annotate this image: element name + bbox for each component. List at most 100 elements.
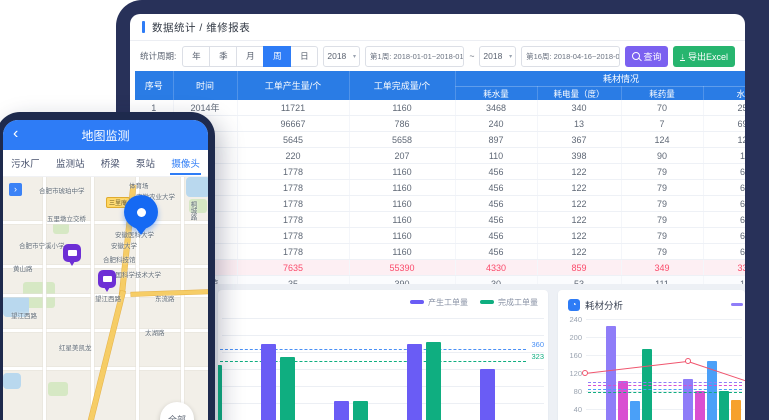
- breadcrumb: 数据统计 / 维修报表: [152, 20, 250, 35]
- table-cell: 1160: [349, 196, 455, 212]
- table-cell: 456: [455, 244, 537, 260]
- table-cell: 122: [537, 164, 621, 180]
- table-cell: 79: [621, 196, 703, 212]
- query-button-label: 查询: [643, 50, 661, 63]
- map-expand-button[interactable]: ›: [9, 183, 22, 196]
- consumable-bar: [731, 400, 741, 420]
- table-cell: 122: [537, 212, 621, 228]
- table-cell: 55390: [349, 260, 455, 276]
- table-row: 6177811604561227967: [135, 180, 745, 196]
- table-cell: 79: [621, 164, 703, 180]
- end-week-input[interactable]: 第16周: 2018-04-16~2018-04-22: [521, 46, 620, 67]
- table-cell: 1778: [237, 244, 349, 260]
- table-cell: 456: [455, 180, 537, 196]
- table-cell: 110: [455, 148, 537, 164]
- phone-tab[interactable]: 监测站: [55, 151, 86, 175]
- period-option[interactable]: 月: [236, 46, 264, 67]
- map-road: [91, 177, 94, 420]
- phone-tab[interactable]: 污水厂: [10, 151, 41, 175]
- map-label: 中国科学技术大学: [109, 269, 161, 279]
- map-label: 体育场: [129, 180, 149, 190]
- table-total-row: 合计7635553904330859349332: [135, 260, 745, 276]
- query-button[interactable]: 查询: [625, 46, 668, 67]
- phone-screen: ‹ 地图监测 污水厂监测站桥梁泵站摄像头: [3, 120, 208, 420]
- legend-dash-icon: [410, 300, 424, 304]
- table-cell: 786: [349, 116, 455, 132]
- map-label: 望江西路: [95, 293, 121, 303]
- table-cell: 90: [621, 148, 703, 164]
- completed-orders-bar: [353, 401, 368, 420]
- map-road: [3, 265, 208, 268]
- table-cell: 5658: [349, 132, 455, 148]
- table-cell: 1778: [237, 164, 349, 180]
- phone-tab[interactable]: 泵站: [135, 151, 156, 175]
- dropdown-caret-icon: ▾: [509, 53, 512, 60]
- sub-column-header: 水量: [703, 87, 745, 101]
- breadcrumb-bar: 数据统计 / 维修报表: [130, 14, 745, 41]
- completed-orders-bar: [280, 357, 295, 420]
- table-cell: 4330: [455, 260, 537, 276]
- period-option[interactable]: 年: [182, 46, 210, 67]
- table-row: 42202071103989019: [135, 148, 745, 164]
- table-cell: 367: [537, 132, 621, 148]
- export-button-label: 导出Excel: [688, 50, 728, 63]
- search-icon: [632, 52, 640, 60]
- start-year-select[interactable]: 2018 ▾: [323, 46, 360, 67]
- camera-marker-icon[interactable]: [63, 244, 81, 262]
- show-all-button[interactable]: 全部: [160, 402, 194, 420]
- map-label: 望江西路: [11, 310, 37, 320]
- table-cell: 5645: [237, 132, 349, 148]
- phone-tab[interactable]: 摄像头: [170, 151, 201, 175]
- chart-title: 耗材分析: [585, 298, 623, 312]
- table-cell: 1778: [237, 228, 349, 244]
- table-cell: 1160: [349, 100, 455, 116]
- work-order-chart-card: 产生工单量完成工单量 360323: [218, 290, 548, 420]
- table-cell: 220: [237, 148, 349, 164]
- map-label: 合肥科技馆: [103, 254, 136, 264]
- screenshot-stage: 数据统计 / 维修报表 统计周期: 年季月周日 2018 ▾ 第1周: 2018…: [0, 0, 769, 420]
- camera-marker-icon[interactable]: [98, 270, 116, 288]
- table-cell: 67: [703, 164, 745, 180]
- table-cell: 79: [621, 244, 703, 260]
- y-axis-tick-label: 40: [558, 405, 582, 414]
- table-row: 5177811604561227967: [135, 164, 745, 180]
- table-cell: 250: [703, 100, 745, 116]
- map-view[interactable]: › 全部 合肥市琥珀中学体育场安徽农业大学桐城路三里庵五里墩立交桥安徽医科大学合…: [3, 177, 208, 420]
- reference-line-label: 323: [531, 352, 544, 361]
- table-cell: 67: [703, 212, 745, 228]
- table-cell: 70: [621, 100, 703, 116]
- table-cell: 19: [703, 148, 745, 164]
- period-label: 统计周期:: [140, 50, 176, 62]
- export-excel-button[interactable]: ↓ 导出Excel: [673, 46, 735, 67]
- legend-item[interactable]: 产生工单量: [410, 297, 468, 308]
- average-dashed-line: [588, 382, 742, 383]
- selected-location-pin-icon[interactable]: [124, 195, 158, 229]
- map-label: 红星美凯龙: [59, 342, 92, 352]
- sub-column-header: 耗水量: [455, 87, 537, 101]
- table-cell: 349: [621, 260, 703, 276]
- table-cell: 690: [703, 116, 745, 132]
- pie-chart-icon: ◔: [568, 299, 580, 311]
- y-axis-tick-label: 200: [558, 333, 582, 342]
- back-icon[interactable]: ‹: [13, 125, 18, 143]
- generated-orders-bar: [407, 344, 422, 420]
- map-road: [181, 177, 184, 420]
- end-year-select[interactable]: 2018 ▾: [479, 46, 516, 67]
- table-cell: 79: [621, 212, 703, 228]
- filter-bar: 统计周期: 年季月周日 2018 ▾ 第1周: 2018-01-01~2018-…: [130, 41, 745, 71]
- legend-item[interactable]: 完成工单量: [480, 297, 538, 308]
- end-year-value: 2018: [483, 51, 502, 61]
- map-road: [3, 329, 208, 332]
- table-cell: 3468: [455, 100, 537, 116]
- table-cell: 96667: [237, 116, 349, 132]
- generated-orders-bar: [480, 369, 495, 420]
- table-cell: 129: [703, 132, 745, 148]
- period-option[interactable]: 季: [209, 46, 237, 67]
- period-option[interactable]: 日: [290, 46, 318, 67]
- start-week-input[interactable]: 第1周: 2018-01-01~2018-01-07: [365, 46, 464, 67]
- phone-tab[interactable]: 桥梁: [100, 151, 121, 175]
- table-cell: 340: [537, 100, 621, 116]
- table-cell: 124: [621, 132, 703, 148]
- period-option[interactable]: 周: [263, 46, 291, 67]
- generated-orders-bar: [261, 344, 276, 420]
